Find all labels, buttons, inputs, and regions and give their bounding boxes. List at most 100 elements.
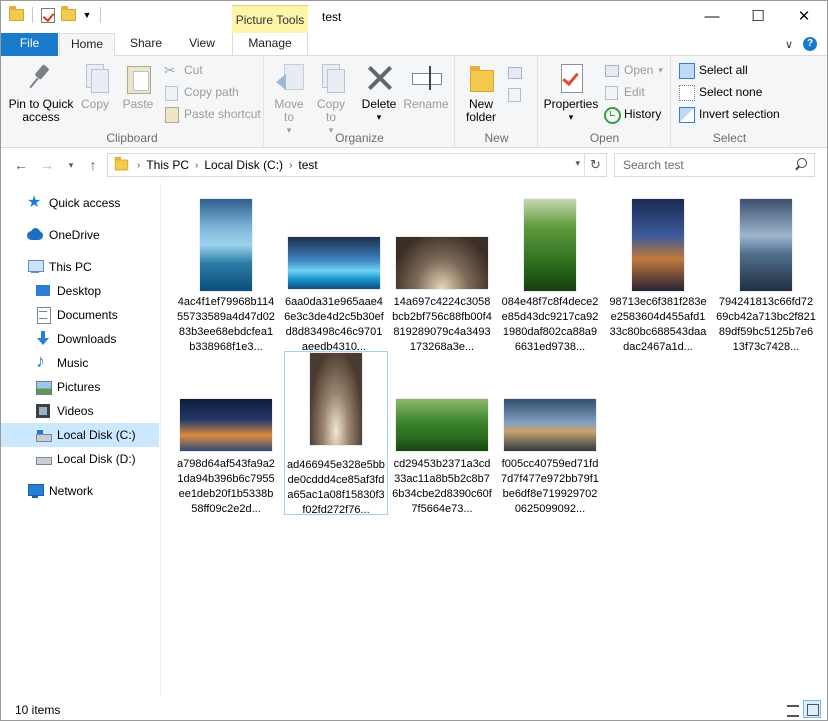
edit-label: Edit [624,85,645,99]
new-folder-icon[interactable] [61,6,76,21]
rename-button[interactable]: Rename [403,62,449,111]
new-item-button[interactable] [506,62,522,82]
select-none-label: Select none [699,85,763,99]
large-icons-view-icon[interactable] [803,700,821,718]
document-icon [35,307,51,324]
select-all-button[interactable]: Select all [678,60,748,80]
file-item[interactable]: 14a697c4224c3058bcb2bf756c88fb00f4819289… [390,189,494,353]
sidebar-item-local-disk-d[interactable]: Local Disk (D:) [1,447,159,471]
history-label: History [624,107,662,121]
details-view-icon[interactable] [783,700,801,718]
breadcrumb-chevron-icon[interactable]: › [289,160,292,171]
select-group: Select all Select none Invert selection … [672,56,787,148]
minimize-button[interactable]: — [689,1,735,31]
file-name: 794241813c66fd7269cb42a713bc2f82189df59b… [716,296,816,353]
sidebar-item-onedrive[interactable]: OneDrive [1,223,159,247]
paste-shortcut-button[interactable]: Paste shortcut [163,104,261,124]
expand-ribbon-chevron-icon[interactable]: ∨ [785,38,793,51]
search-box[interactable] [614,153,815,177]
maximize-button[interactable]: ☐ [735,1,781,31]
copy-path-button[interactable]: Copy path [163,82,239,102]
invert-selection-button[interactable]: Invert selection [678,104,780,124]
file-item[interactable]: 6aa0da31e965aae46e3c3de4d2c5b30efd8d8349… [282,189,386,353]
file-name: 4ac4f1ef79968b11455733589a4d47d0283b3ee6… [177,296,275,353]
properties-check-icon[interactable] [41,7,55,23]
tab-share[interactable]: Share [121,33,171,56]
sidebar-item-pictures[interactable]: Pictures [1,375,159,399]
tab-view[interactable]: View [177,33,227,56]
up-arrow-icon[interactable]: ↑ [83,156,103,174]
clipboard-group: Pin to Quick access Copy Paste Cut Copy … [1,56,264,148]
file-item[interactable]: 794241813c66fd7269cb42a713bc2f82189df59b… [714,189,818,353]
toolbar-separator [100,7,101,23]
address-dropdown-icon[interactable]: ▾ [575,158,580,169]
sidebar-item-music[interactable]: Music [1,351,159,375]
edit-icon [603,84,619,100]
select-all-label: Select all [699,63,748,77]
search-input[interactable] [615,154,785,176]
copy-to-label: Copy to [316,97,345,124]
breadcrumb-chevron-icon[interactable]: › [195,160,198,171]
sidebar-item-this-pc[interactable]: This PC [1,255,159,279]
file-item[interactable]: 4ac4f1ef79968b11455733589a4d47d0283b3ee6… [174,189,278,353]
file-item[interactable]: a798d64af543fa9a21da94b396b6c7955ee1deb2… [174,351,278,515]
sidebar-item-videos[interactable]: Videos [1,399,159,423]
file-item-selected[interactable]: ad466945e328e5bbde0cddd4ce85af3fda65ac1a… [284,351,388,516]
back-arrow-icon[interactable]: ← [11,156,31,174]
sidebar-item-local-disk-c[interactable]: Local Disk (C:) [1,423,159,447]
copy-button[interactable]: Copy [77,62,113,111]
sidebar-item-documents[interactable]: Documents [1,303,159,327]
move-to-button[interactable]: Move to ▾ [271,62,307,137]
image-thumbnail [504,399,596,451]
cut-button[interactable]: Cut [163,60,203,80]
tab-manage[interactable]: Manage [232,33,308,56]
new-group-label: New [484,131,509,145]
easy-access-button[interactable] [506,84,522,104]
close-button[interactable]: ✕ [781,1,827,31]
recent-locations-chevron-icon[interactable]: ▾ [61,156,81,174]
search-icon[interactable] [794,158,808,172]
open-button[interactable]: Open ▾ [603,60,663,80]
pin-to-quick-access-button[interactable]: Pin to Quick access [7,62,75,124]
delete-button[interactable]: Delete ▾ [359,62,399,124]
customize-toolbar-dropdown-icon[interactable]: ▼ [82,10,92,20]
navigation-pane: Quick access OneDrive This PC Desktop Do… [1,183,161,697]
organize-group: Move to ▾ Copy to ▾ Delete ▾ Rename Orga… [265,56,455,148]
folder-icon[interactable] [9,6,24,21]
paste-button[interactable]: Paste [119,62,157,111]
breadcrumb-chevron-icon[interactable]: › [137,160,140,171]
picture-tools-context-header: Picture Tools [232,5,308,33]
image-thumbnail [200,199,252,291]
file-item[interactable]: f005cc40759ed71fd7d7f477e972bb79f1be6df8… [498,351,602,515]
breadcrumb-test[interactable]: test [298,158,317,172]
breadcrumb-local-disk-c[interactable]: Local Disk (C:) [204,158,283,172]
file-name: 084e48f7c8f4dece2e85d43dc9217ca921980daf… [501,296,599,353]
sidebar-item-desktop[interactable]: Desktop [1,279,159,303]
refresh-icon[interactable]: ↻ [584,154,606,176]
address-bar[interactable]: › This PC › Local Disk (C:) › test ▾ ↻ [107,153,607,177]
select-all-icon [678,62,695,79]
tab-file[interactable]: File [1,33,58,56]
properties-button[interactable]: Properties ▾ [543,62,599,124]
new-folder-button[interactable]: New folder [460,62,502,124]
film-strip-icon [35,403,51,419]
sidebar-item-network[interactable]: Network [1,479,159,503]
forward-arrow-icon[interactable]: → [37,156,57,174]
edit-button[interactable]: Edit [603,82,645,102]
status-bar: 10 items [1,697,827,720]
open-group: Properties ▾ Open ▾ Edit History Open [539,56,671,148]
sidebar-item-label: Desktop [57,284,102,298]
sidebar-item-quick-access[interactable]: Quick access [1,191,159,215]
tab-home[interactable]: Home [59,33,115,57]
breadcrumb-this-pc[interactable]: This PC [146,158,189,172]
file-item[interactable]: 98713ec6f381f283ee2583604d455afd133c80bc… [606,189,710,353]
file-item[interactable]: cd29453b2371a3cd33ac11a8b5b2c8b76b34cbe2… [390,351,494,515]
history-button[interactable]: History [603,104,661,124]
help-icon[interactable]: ? [803,37,817,51]
sidebar-item-label: Downloads [57,332,117,346]
new-folder-label: New folder [465,97,497,124]
sidebar-item-downloads[interactable]: Downloads [1,327,159,351]
file-item[interactable]: 084e48f7c8f4dece2e85d43dc9217ca921980daf… [498,189,602,353]
select-none-button[interactable]: Select none [678,82,762,102]
copy-to-button[interactable]: Copy to ▾ [313,62,349,137]
